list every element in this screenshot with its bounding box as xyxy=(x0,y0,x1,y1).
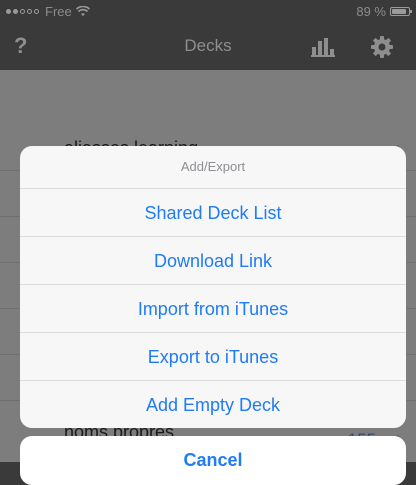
shared-deck-list-button[interactable]: Shared Deck List xyxy=(20,189,406,237)
navigation-bar: ? Decks xyxy=(0,24,416,70)
battery-percentage: 89 % xyxy=(356,4,386,19)
add-empty-deck-button[interactable]: Add Empty Deck xyxy=(20,381,406,428)
status-left: Free xyxy=(6,4,90,19)
settings-gear-icon[interactable] xyxy=(370,35,394,59)
import-from-itunes-button[interactable]: Import from iTunes xyxy=(20,285,406,333)
action-sheet-title: Add/Export xyxy=(20,146,406,189)
page-title: Decks xyxy=(184,36,232,55)
wifi-icon xyxy=(75,6,90,17)
battery-cap xyxy=(410,10,412,13)
status-right: 89 % xyxy=(356,4,412,19)
action-sheet: Add/Export Shared Deck List Download Lin… xyxy=(20,146,406,428)
carrier-name: Free xyxy=(45,4,72,19)
signal-dots-icon xyxy=(6,9,41,14)
signal-dot xyxy=(20,9,25,14)
battery-fill xyxy=(392,9,406,14)
download-link-button[interactable]: Download Link xyxy=(20,237,406,285)
battery-icon xyxy=(390,7,412,16)
status-bar: Free 89 % xyxy=(0,0,416,24)
export-to-itunes-button[interactable]: Export to iTunes xyxy=(20,333,406,381)
signal-dot xyxy=(13,9,18,14)
signal-dot xyxy=(6,9,11,14)
cancel-button[interactable]: Cancel xyxy=(20,436,406,485)
signal-dot xyxy=(27,9,32,14)
stats-bar-chart-icon[interactable] xyxy=(310,37,336,57)
signal-dot xyxy=(34,9,39,14)
